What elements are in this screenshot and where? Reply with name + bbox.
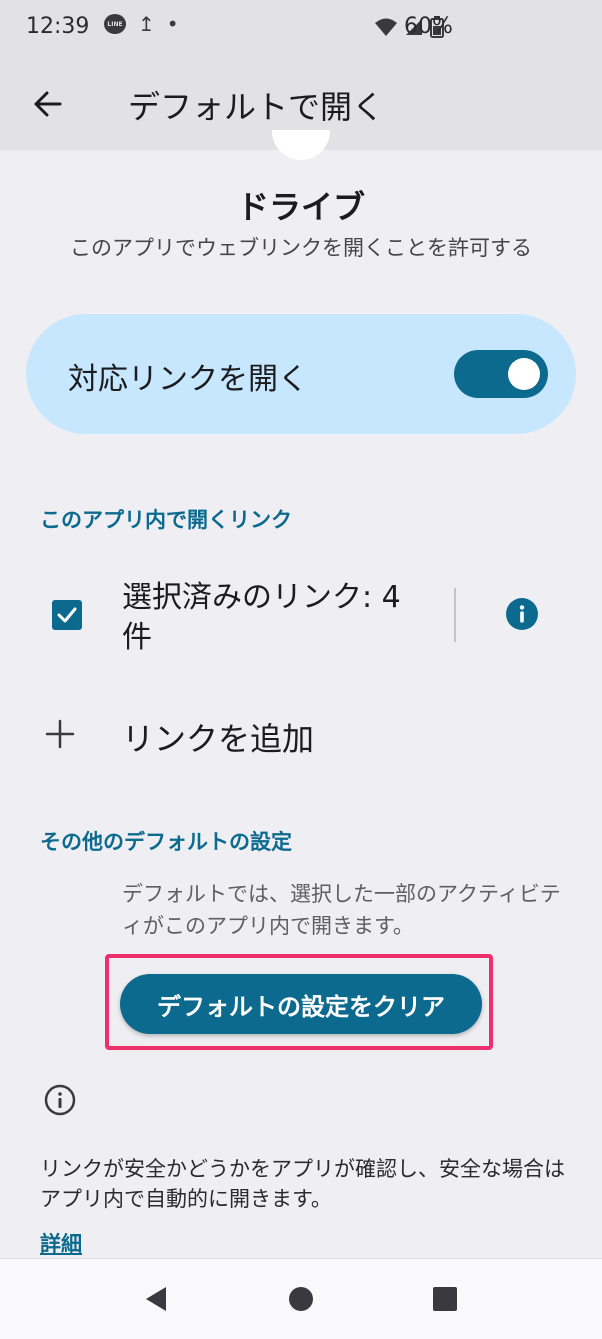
selected-links-checkbox[interactable] [52,600,82,630]
line-icon: LINE [104,14,126,34]
navigation-bar [0,1258,602,1339]
info-outline-icon [44,1084,76,1116]
open-supported-links-card[interactable]: 対応リンクを開く [26,314,576,434]
app-icon [272,130,330,160]
nav-back-button[interactable] [142,1285,170,1313]
circle-home-icon [289,1287,313,1311]
add-link-button[interactable]: リンクを追加 [122,714,314,760]
details-link[interactable]: 詳細 [40,1228,82,1258]
status-bar: 12:39 LINE ↥ • 60% [0,0,602,60]
links-section-header: このアプリ内で開くリンク [40,508,292,532]
upload-icon: ↥ [138,12,155,36]
app-name: ドライブ [236,188,365,226]
clear-defaults-button[interactable]: デフォルトの設定をクリア [120,974,482,1034]
wifi-icon [375,18,397,36]
defaults-section-header: その他のデフォルトの設定 [40,830,292,854]
page-title: デフォルトで開く [128,88,385,126]
divider [454,588,456,642]
check-icon [57,607,77,623]
nav-home-button[interactable] [287,1285,315,1313]
triangle-back-icon [146,1287,166,1311]
back-arrow-icon [34,91,62,117]
defaults-description: デフォルトでは、選択した一部のアクティビティがこのアプリ内で開きます。 [122,882,561,938]
open-supported-links-label: 対応リンクを開く [68,362,308,397]
dot-icon: • [166,12,179,36]
plus-icon[interactable] [44,718,76,750]
info-icon [519,605,525,623]
info-button[interactable] [506,598,538,630]
link-verification-text: リンクが安全かどうかをアプリが確認し、安全な場合はアプリ内で自動的に開きます。 [40,1157,565,1211]
toggle-knob [508,358,540,390]
battery-percentage: 60% [404,14,453,39]
status-time: 12:39 [26,14,90,39]
square-recents-icon [433,1287,457,1311]
selected-links-label[interactable]: 選択済みのリンク: 4 件 [122,578,440,658]
open-supported-links-toggle[interactable] [454,350,548,398]
notification-icons: LINE ↥ • [104,14,179,34]
back-button[interactable] [24,80,72,128]
app-subtitle: このアプリでウェブリンクを開くことを許可する [70,236,532,260]
nav-recents-button[interactable] [431,1285,459,1313]
